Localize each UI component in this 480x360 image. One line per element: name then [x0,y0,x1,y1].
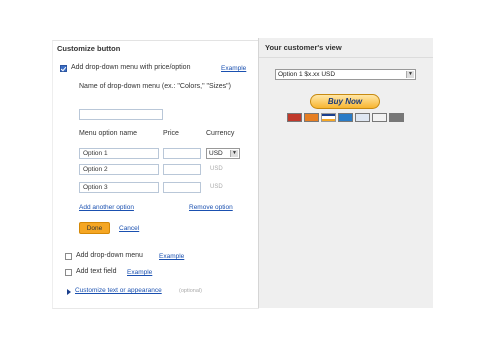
bank-icon [389,113,404,122]
customer-view-title: Your customer's view [265,43,342,52]
header-currency: Currency [206,130,235,137]
menu-name-label: Name of drop-down menu (ex.: "Colors," "… [79,83,231,90]
dropdown-checkbox[interactable] [65,253,72,260]
preview-option-select[interactable]: Option 1 $x.xx USD ▼ [275,69,416,80]
customer-view-panel: Your customer's view Option 1 $x.xx USD … [258,38,433,308]
option-name-input-2[interactable]: Option 2 [79,164,159,175]
dropdown-label: Add drop-down menu [76,252,143,259]
dropdown-price-label: Add drop-down menu with price/option [71,64,191,71]
mastercard-icon [287,113,302,122]
amex-icon [338,113,353,122]
payment-cards [287,113,404,122]
price-input-3[interactable] [163,182,201,193]
menu-name-input[interactable] [79,109,163,120]
buy-now-button[interactable]: Buy Now [310,94,380,109]
done-button[interactable]: Done [79,222,110,234]
header-option-name: Menu option name [79,130,137,137]
text-field-checkbox[interactable] [65,269,72,276]
discover-icon [304,113,319,122]
add-option-link[interactable]: Add another option [79,204,134,211]
dropdown-price-checkbox[interactable] [60,65,67,72]
currency-select-1[interactable]: USD ▼ [206,148,240,159]
text-field-label: Add text field [76,268,117,275]
chevron-down-icon: ▼ [230,150,238,157]
price-input-1[interactable] [163,148,201,159]
customize-button-panel: Customize button Add drop-down menu with… [52,40,259,309]
visa-icon [321,113,336,122]
chevron-down-icon: ▼ [406,71,414,78]
example-link-2[interactable]: Example [159,253,184,260]
header-price: Price [163,130,179,137]
currency-value-1: USD [209,150,223,157]
customize-appearance-link[interactable]: Customize text or appearance [75,287,162,294]
example-link-1[interactable]: Example [221,65,246,72]
option-name-input-3[interactable]: Option 3 [79,182,159,193]
remove-option-link[interactable]: Remove option [189,204,233,211]
currency-text-3: USD [210,184,223,190]
paypal-icon [372,113,387,122]
divider [259,57,433,58]
currency-text-2: USD [210,166,223,172]
expand-triangle-icon[interactable] [67,289,71,295]
option-name-input-1[interactable]: Option 1 [79,148,159,159]
panel-title: Customize button [57,44,121,53]
example-link-3[interactable]: Example [127,269,152,276]
price-input-2[interactable] [163,164,201,175]
cancel-link[interactable]: Cancel [119,225,139,232]
echeck-icon [355,113,370,122]
optional-label: (optional) [179,288,202,294]
preview-option-value: Option 1 $x.xx USD [278,71,336,78]
